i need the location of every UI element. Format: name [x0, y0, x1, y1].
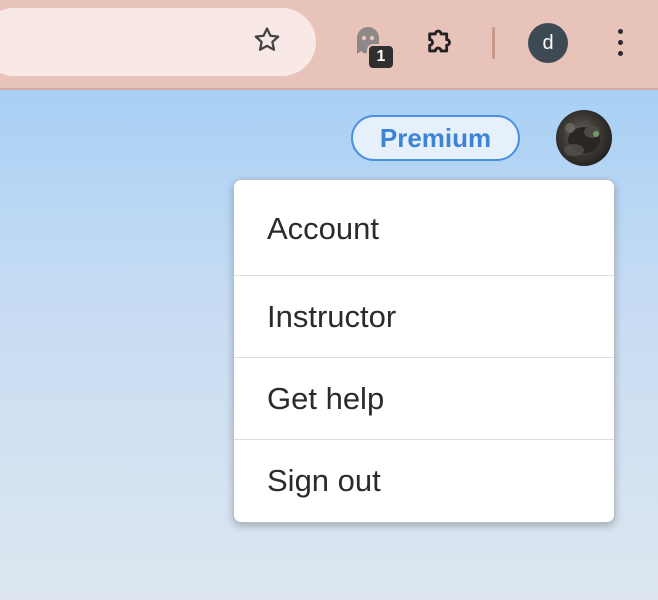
browser-profile-button[interactable]: d [528, 23, 568, 63]
more-vert-icon-dot [617, 50, 623, 56]
bookmark-star-button[interactable] [247, 22, 287, 62]
premium-button[interactable]: Premium [351, 115, 520, 161]
page-content: Premium Account Instructor Get help Sign… [0, 90, 658, 600]
more-vert-icon-dot [617, 28, 623, 34]
browser-toolbar: 1 d [0, 0, 658, 90]
menu-item-get-help[interactable]: Get help [234, 358, 614, 440]
account-dropdown-menu: Account Instructor Get help Sign out [233, 179, 615, 523]
extensions-button[interactable] [420, 22, 462, 64]
toolbar-divider [492, 27, 495, 59]
puzzle-extensions-icon [424, 24, 458, 63]
user-avatar[interactable] [556, 110, 612, 166]
menu-item-sign-out[interactable]: Sign out [234, 440, 614, 522]
menu-item-account[interactable]: Account [234, 180, 614, 276]
avatar-photo-icon [564, 123, 600, 156]
browser-menu-button[interactable] [608, 22, 632, 62]
more-vert-icon-dot [617, 39, 623, 45]
star-icon [252, 25, 282, 60]
extension-badge: 1 [367, 44, 395, 70]
menu-item-instructor[interactable]: Instructor [234, 276, 614, 358]
